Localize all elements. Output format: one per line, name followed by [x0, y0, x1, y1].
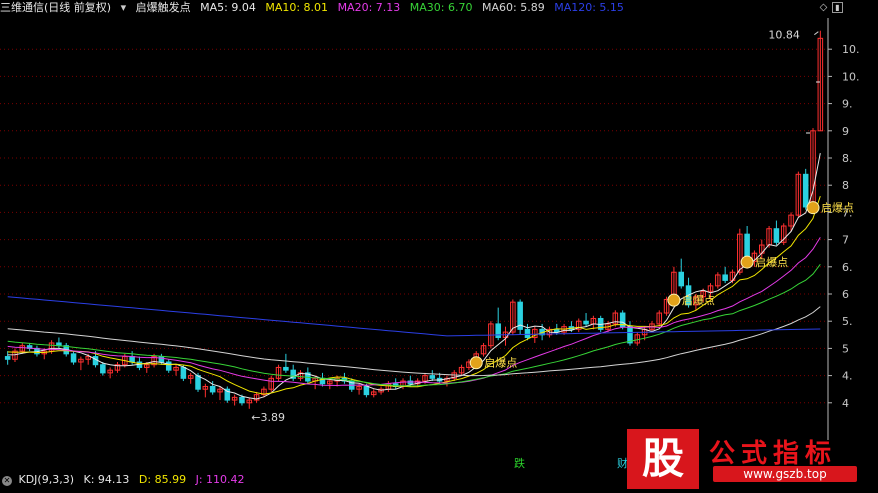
- candle-body[interactable]: [678, 271, 685, 287]
- money-bag-icon: [806, 201, 820, 215]
- candle-body[interactable]: [100, 364, 106, 374]
- moving-average-lines: [7, 153, 821, 400]
- candle-body[interactable]: [239, 396, 245, 404]
- candle-body[interactable]: [129, 356, 135, 363]
- low-label: ←3.89: [251, 411, 285, 424]
- stock-title[interactable]: 三维通信(日线 前复权): [0, 1, 111, 14]
- window-toggle-icon[interactable]: ▮: [832, 2, 843, 13]
- kdj-bar: ✕ KDJ(9,3,3) K: 94.13 D: 85.99 J: 110.42: [0, 472, 251, 488]
- tick-label: 9.: [842, 98, 853, 111]
- kdj-k: K: 94.13: [83, 473, 130, 486]
- ma20-line: [7, 237, 821, 387]
- kdj-d: D: 85.99: [138, 473, 187, 486]
- candle-body[interactable]: [165, 361, 172, 371]
- candle-body[interactable]: [209, 385, 216, 393]
- ma5-readout: MA5: 9.04: [200, 1, 256, 14]
- candle-body[interactable]: [70, 353, 77, 363]
- ma30-line: [7, 263, 821, 387]
- signal-fall-label: 跌: [514, 457, 525, 470]
- logo-glyph: 股: [641, 434, 684, 483]
- ma120-readout: MA120: 5.15: [554, 1, 624, 14]
- tick-label: 5.: [842, 315, 853, 328]
- tick-label: 5: [842, 342, 849, 355]
- candle-body[interactable]: [722, 274, 728, 281]
- tick-label: 10.: [842, 70, 860, 83]
- money-bag-icon: [469, 356, 483, 370]
- ma30-readout: MA30: 6.70: [409, 1, 473, 14]
- tick-label: 4.: [842, 370, 853, 383]
- close-icon[interactable]: ✕: [2, 476, 12, 486]
- candle-body[interactable]: [283, 366, 289, 371]
- candle-body[interactable]: [495, 323, 501, 339]
- kdj-name[interactable]: KDJ(9,3,3): [19, 473, 75, 486]
- ma20-readout: MA20: 7.13: [337, 1, 401, 14]
- indicator-name[interactable]: 启爆触发点: [136, 1, 191, 14]
- tick-label: 8.: [842, 152, 853, 165]
- candle-body[interactable]: [524, 328, 531, 339]
- tick-label: 9: [842, 125, 849, 138]
- tick-label: 8: [842, 179, 849, 192]
- candle-body[interactable]: [583, 320, 589, 325]
- chart-annotations: 启爆点启爆点启爆点启爆点10.84←3.89: [251, 29, 854, 424]
- tick-label: 6: [842, 288, 849, 301]
- candles: [4, 30, 824, 409]
- logo-url: www.gszb.top: [713, 466, 857, 482]
- signal-label: 启爆点: [755, 255, 788, 269]
- money-bag-icon: [667, 293, 681, 307]
- watermark-logo: 股 公式指标 www.gszb.top: [627, 429, 867, 489]
- price-axis: 10.10.9.98.87.76.65.54.4: [827, 18, 860, 440]
- money-bag-icon: [740, 255, 754, 269]
- candle-body[interactable]: [802, 173, 809, 208]
- tick-label: 7: [842, 234, 849, 247]
- ma60-readout: MA60: 5.89: [482, 1, 545, 14]
- tick-label: 6.: [842, 261, 853, 274]
- candle-body[interactable]: [429, 375, 436, 379]
- signal-label: 启爆点: [484, 356, 517, 370]
- candle-body[interactable]: [195, 375, 201, 390]
- diamond-icon[interactable]: ◇: [818, 2, 829, 13]
- kdj-j: J: 110.42: [195, 473, 245, 486]
- high-label: 10.84: [768, 29, 800, 42]
- grid-lines: [0, 48, 828, 404]
- logo-title: 公式指标: [709, 439, 838, 469]
- candle-body[interactable]: [363, 385, 370, 396]
- ma10-readout: MA10: 8.01: [265, 1, 329, 14]
- chart-header: 三维通信(日线 前复权) ▾ 启爆触发点 MA5: 9.04 MA10: 8.0…: [0, 0, 820, 16]
- candlestick-chart: 10.10.9.98.87.76.65.54.4 启爆点启爆点启爆点启爆点10.…: [0, 18, 860, 440]
- candle-body[interactable]: [180, 366, 187, 379]
- tick-label: 4: [842, 397, 849, 410]
- signal-label: 启爆点: [821, 201, 854, 215]
- candle-body[interactable]: [773, 228, 780, 243]
- tick-label: 10.: [842, 43, 860, 56]
- signal-label: 启爆点: [682, 293, 715, 307]
- chevron-down-icon[interactable]: ▾: [121, 1, 127, 14]
- candle-body[interactable]: [4, 356, 11, 360]
- chart-stage: 10. 10. 9. 9 8. 8 7. 7 6. 6 5. 5 4. 4 启爆点 启爆点 启爆点 启爆点 10.…: [0, 0, 878, 493]
- high-pointer: [814, 31, 819, 36]
- candle-body[interactable]: [158, 356, 165, 363]
